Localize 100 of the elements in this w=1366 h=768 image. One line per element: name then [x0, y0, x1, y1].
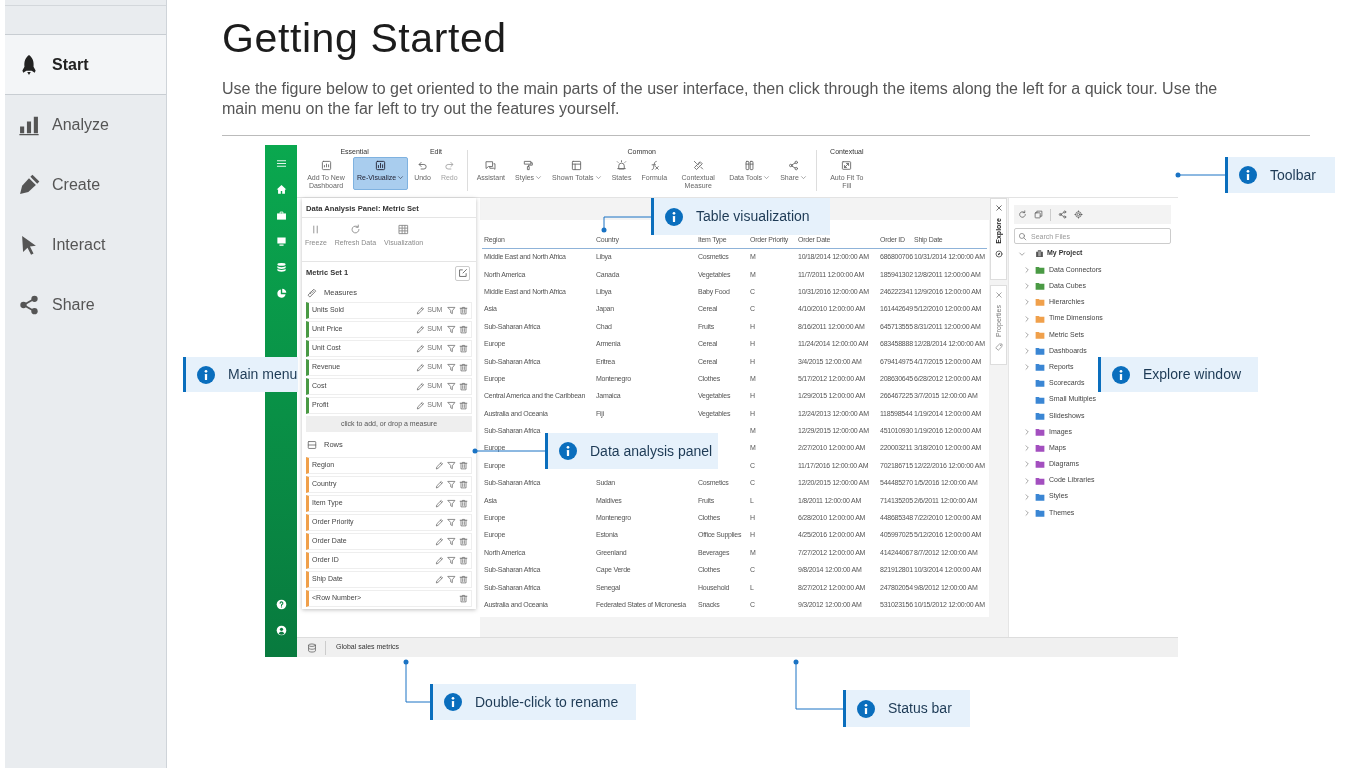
share-icon[interactable] — [1058, 210, 1067, 219]
filter-icon[interactable] — [447, 556, 456, 565]
pencil-icon[interactable] — [416, 401, 426, 410]
filter-icon[interactable] — [447, 344, 456, 353]
leader-line — [601, 214, 652, 233]
callout-text: Status bar — [888, 699, 952, 718]
callout-text: Table visualization — [696, 207, 810, 226]
filter-icon[interactable] — [447, 518, 456, 527]
briefcase-icon[interactable] — [275, 210, 287, 221]
filter-icon[interactable] — [447, 480, 456, 489]
pencil-icon[interactable] — [435, 480, 444, 489]
user-icon[interactable] — [275, 625, 287, 636]
settings-icon[interactable] — [1074, 210, 1083, 219]
tag-icon — [994, 342, 1003, 351]
resize-icon — [841, 160, 853, 171]
help-icon[interactable] — [275, 599, 287, 610]
callout-text: Toolbar — [1270, 165, 1316, 185]
filter-icon[interactable] — [447, 461, 456, 470]
pencil-icon[interactable] — [435, 575, 444, 584]
trash-icon[interactable] — [459, 594, 468, 603]
refresh-icon — [349, 224, 361, 235]
edit-button[interactable] — [455, 265, 470, 281]
trash-icon[interactable] — [459, 325, 468, 334]
pie-chart-icon[interactable] — [275, 288, 287, 299]
monitor-icon[interactable] — [275, 236, 287, 247]
filter-icon[interactable] — [447, 499, 456, 508]
info-icon — [1239, 166, 1257, 184]
dashboard-icon — [320, 160, 332, 171]
trash-icon[interactable] — [459, 518, 468, 527]
pencil-icon[interactable] — [435, 556, 444, 565]
nav-item[interactable]: Interact — [5, 215, 166, 275]
info-icon — [559, 442, 577, 460]
layout-icon — [571, 160, 583, 171]
trash-icon[interactable] — [459, 401, 468, 410]
compass-icon — [994, 249, 1003, 258]
function-icon — [648, 160, 660, 171]
ruler-pencil-icon — [692, 160, 704, 171]
trash-icon[interactable] — [459, 575, 468, 584]
nav-item[interactable]: Analyze — [5, 95, 166, 155]
nav-item[interactable]: Create — [5, 155, 166, 215]
info-icon — [197, 365, 215, 384]
pencil-icon[interactable] — [435, 461, 444, 470]
share-icon — [787, 160, 799, 171]
database-icon — [307, 642, 317, 653]
pencil-icon[interactable] — [416, 325, 426, 334]
trash-icon[interactable] — [459, 344, 468, 353]
leader-line — [1175, 172, 1225, 178]
refresh-icon[interactable] — [1018, 210, 1027, 219]
trash-icon[interactable] — [459, 306, 468, 315]
info-icon — [1112, 365, 1130, 384]
page-title: Getting Started — [222, 16, 508, 61]
ruler-icon — [307, 288, 317, 298]
pencil-icon[interactable] — [435, 518, 444, 527]
trash-icon[interactable] — [459, 461, 468, 470]
filter-icon[interactable] — [447, 306, 456, 315]
callout-text: Double-click to rename — [475, 692, 619, 712]
leader-line — [403, 659, 430, 705]
intro-text: Use the figure below to get oriented to the main parts of the user interface, then click through the items along the left for a quick tour. Use the main menu on the far left to try out the features yourself. — [222, 79, 1219, 119]
copy-icon[interactable] — [1034, 210, 1043, 219]
building-icon — [1035, 249, 1044, 258]
pencil-icon[interactable] — [416, 306, 426, 315]
trash-icon[interactable] — [459, 556, 468, 565]
nav-item[interactable]: Start — [5, 35, 166, 95]
chat-icon — [485, 160, 497, 171]
callout-text: Explore window — [1143, 365, 1242, 384]
nav-item[interactable]: Share — [5, 275, 166, 335]
search-icon — [1018, 231, 1027, 241]
trash-icon[interactable] — [459, 382, 468, 391]
database-icon[interactable] — [275, 262, 287, 273]
info-icon — [857, 699, 875, 718]
close-icon[interactable] — [994, 291, 1003, 299]
pencil-icon[interactable] — [416, 363, 426, 372]
callout-text: Data analysis panel — [590, 441, 713, 461]
info-icon — [444, 693, 462, 711]
home-icon[interactable] — [275, 184, 287, 195]
trash-icon[interactable] — [459, 537, 468, 546]
filter-icon[interactable] — [447, 325, 456, 334]
pen-nib-icon — [18, 173, 40, 196]
trash-icon[interactable] — [459, 499, 468, 508]
redo-icon — [443, 160, 455, 171]
edit-icon — [457, 268, 468, 278]
filter-icon[interactable] — [447, 382, 456, 391]
pencil-icon[interactable] — [435, 537, 444, 546]
menu-icon[interactable] — [275, 158, 287, 169]
pencil-icon[interactable] — [416, 382, 426, 391]
rows-icon — [307, 440, 317, 450]
filter-icon[interactable] — [447, 575, 456, 584]
pencil-icon[interactable] — [435, 499, 444, 508]
close-icon[interactable] — [994, 204, 1003, 212]
bell-icon — [616, 160, 628, 171]
pencil-icon[interactable] — [416, 344, 426, 353]
chevron-down-icon — [1018, 249, 1026, 258]
leader-line — [793, 659, 843, 712]
filter-icon[interactable] — [447, 363, 456, 372]
trash-icon[interactable] — [459, 480, 468, 489]
filter-icon[interactable] — [447, 537, 456, 546]
info-icon — [665, 207, 683, 226]
trash-icon[interactable] — [459, 363, 468, 372]
share-icon — [18, 293, 40, 316]
filter-icon[interactable] — [447, 401, 456, 410]
